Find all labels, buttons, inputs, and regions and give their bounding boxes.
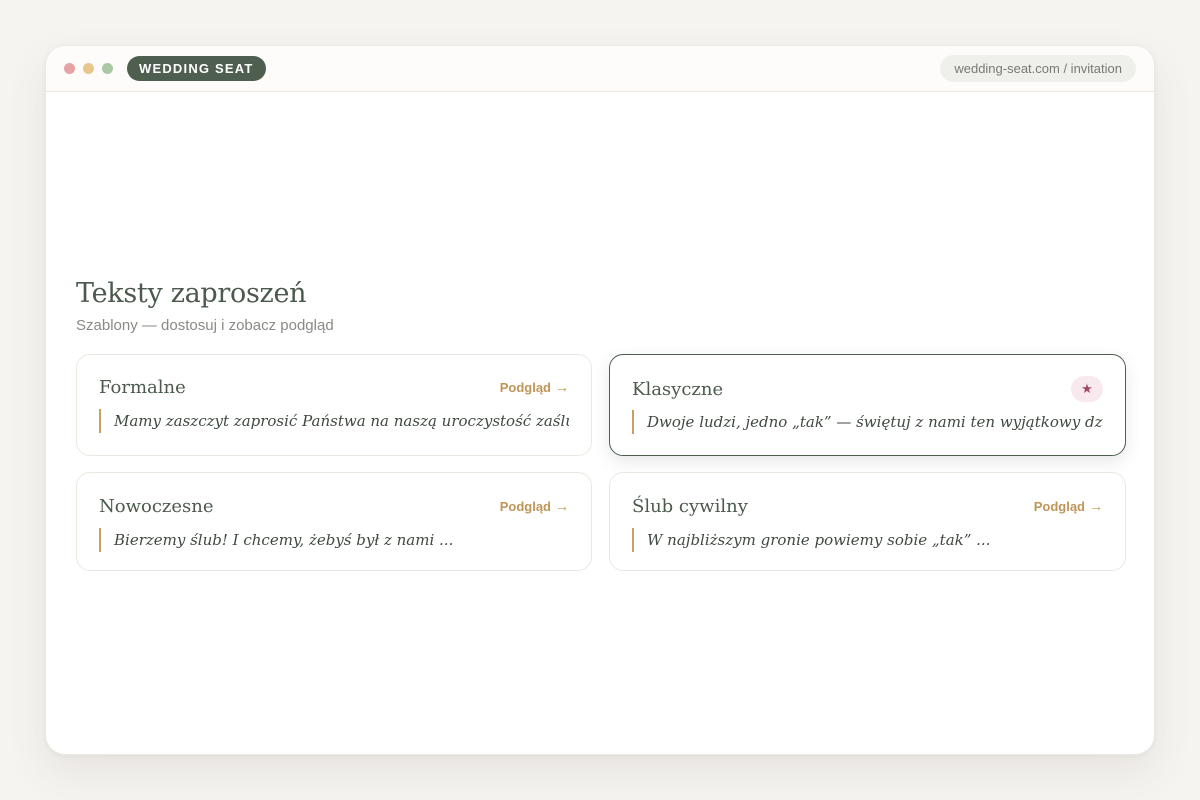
card-excerpt: Dwoje ludzi, jedno „tak” — świętuj z nam… — [632, 410, 1103, 434]
template-card-formalne[interactable]: Formalne Podgląd → Mamy zaszczyt zaprosi… — [76, 354, 592, 456]
card-title: Klasyczne — [632, 378, 724, 400]
window-controls — [64, 63, 113, 74]
card-excerpt: W najbliższym gronie powiemy sobie „tak”… — [632, 528, 1103, 552]
card-title: Ślub cywilny — [632, 495, 748, 517]
arrow-right-icon: → — [555, 379, 569, 395]
arrow-right-icon: → — [1089, 498, 1103, 514]
card-title: Formalne — [99, 376, 186, 398]
card-header: Nowoczesne Podgląd → — [99, 494, 569, 518]
maximize-dot[interactable] — [102, 63, 113, 74]
preview-link[interactable]: Podgląd → — [500, 498, 569, 514]
card-header: Klasyczne ★ — [632, 376, 1103, 402]
browser-titlebar: WEDDING SEAT wedding-seat.com / invitati… — [46, 46, 1154, 92]
preview-label: Podgląd — [499, 379, 551, 395]
card-excerpt: Mamy zaszczyt zaprosić Państwa na naszą … — [99, 409, 569, 433]
close-dot[interactable] — [64, 63, 75, 74]
preview-label: Podgląd — [1033, 498, 1085, 514]
preview-link[interactable]: Podgląd → — [500, 379, 569, 395]
arrow-right-icon: → — [555, 498, 569, 514]
main-content: Teksty zaproszeń Szablony — dostosuj i z… — [76, 278, 1126, 571]
address-bar[interactable]: wedding-seat.com / invitation — [940, 55, 1136, 82]
minimize-dot[interactable] — [83, 63, 94, 74]
preview-link[interactable]: Podgląd → — [1034, 498, 1103, 514]
star-icon[interactable]: ★ — [1071, 376, 1103, 402]
template-card-nowoczesne[interactable]: Nowoczesne Podgląd → Bierzemy ślub! I ch… — [76, 472, 592, 571]
template-grid: Formalne Podgląd → Mamy zaszczyt zaprosi… — [76, 354, 1126, 571]
brand-badge[interactable]: WEDDING SEAT — [127, 56, 266, 81]
template-card-slub-cywilny[interactable]: Ślub cywilny Podgląd → W najbliższym gro… — [609, 472, 1126, 571]
card-excerpt: Bierzemy ślub! I chcemy, żebyś był z nam… — [99, 528, 569, 552]
card-header: Formalne Podgląd → — [99, 375, 569, 399]
preview-label: Podgląd — [499, 498, 551, 514]
template-card-klasyczne[interactable]: Klasyczne ★ Dwoje ludzi, jedno „tak” — ś… — [609, 354, 1126, 456]
browser-window: WEDDING SEAT wedding-seat.com / invitati… — [45, 45, 1155, 755]
card-title: Nowoczesne — [99, 495, 214, 517]
page-subtitle: Szablony — dostosuj i zobacz podgląd — [76, 317, 334, 334]
page-title: Teksty zaproszeń — [76, 278, 307, 309]
card-header: Ślub cywilny Podgląd → — [632, 494, 1103, 518]
